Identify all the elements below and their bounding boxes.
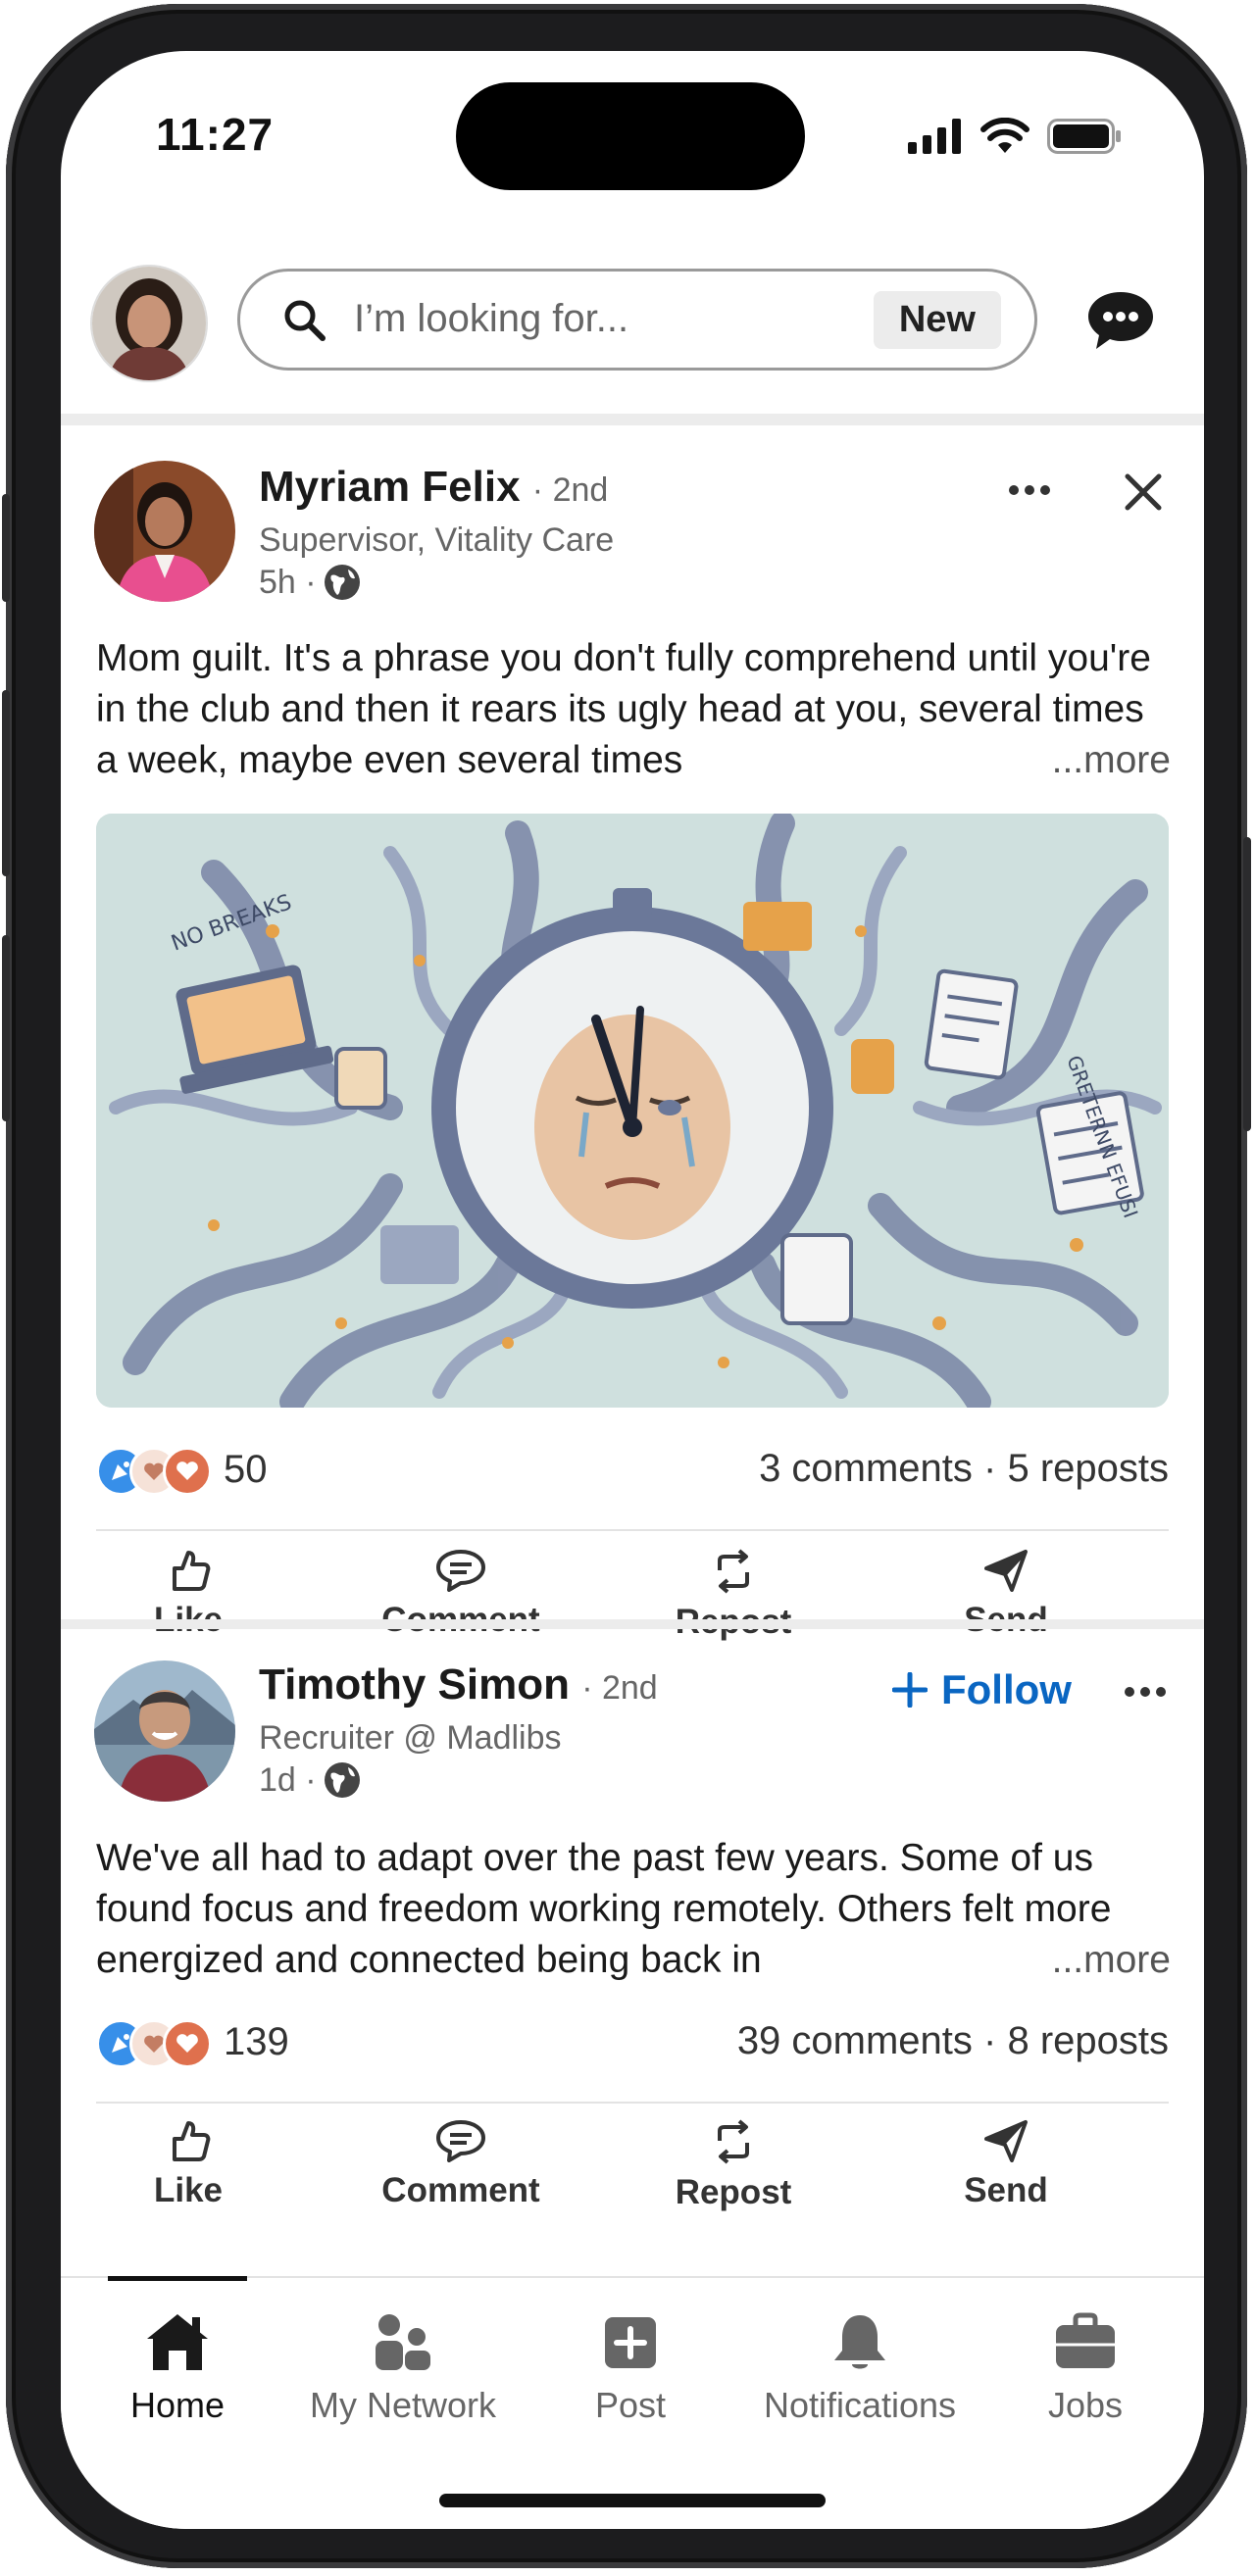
see-more-link[interactable]: ...more bbox=[1031, 1935, 1171, 1986]
post-meta: 5h · bbox=[259, 563, 362, 602]
comment-button[interactable]: Comment bbox=[353, 2119, 569, 2210]
nav-my-network-label: My Network bbox=[309, 2385, 497, 2425]
reaction-count: 50 bbox=[224, 1447, 268, 1491]
like-icon bbox=[173, 1551, 211, 1591]
volume-up-button bbox=[2, 690, 10, 876]
actions-divider bbox=[96, 2102, 1169, 2104]
like-icon bbox=[173, 2121, 211, 2161]
wifi-icon bbox=[980, 118, 1029, 153]
like-label: Like bbox=[153, 2171, 224, 2209]
send-icon bbox=[984, 1550, 1028, 1592]
network-icon bbox=[376, 2314, 430, 2370]
section-divider bbox=[61, 414, 1204, 425]
reaction-count: 139 bbox=[224, 2019, 289, 2063]
signal-icon bbox=[908, 119, 961, 154]
profile-avatar[interactable] bbox=[90, 265, 208, 382]
reaction-icons bbox=[96, 2017, 212, 2068]
post-body[interactable]: Mom guilt. It's a phrase you don't fully… bbox=[96, 633, 1171, 786]
bottom-navigation: Home My Network Post Notifications Jobs bbox=[61, 2276, 1204, 2529]
nav-jobs[interactable]: Jobs bbox=[973, 2311, 1198, 2426]
post-image[interactable]: NO BREAKS GRETERNN EFUSI bbox=[96, 814, 1169, 1408]
nav-post[interactable]: Post bbox=[518, 2311, 743, 2426]
post-time: 5h · bbox=[259, 563, 317, 601]
post-actions: Like Comment bbox=[61, 2119, 1204, 2237]
follow-button[interactable]: Follow bbox=[892, 1666, 1072, 1713]
post-body[interactable]: We've all had to adapt over the past few… bbox=[96, 1833, 1171, 1986]
briefcase-icon bbox=[1056, 2312, 1115, 2368]
connection-degree: · 2nd bbox=[531, 471, 609, 509]
volume-down-button bbox=[2, 935, 10, 1121]
bell-icon bbox=[834, 2315, 885, 2369]
author-name[interactable]: Myriam Felix · 2nd bbox=[259, 463, 608, 512]
author-name[interactable]: Timothy Simon · 2nd bbox=[259, 1660, 658, 1709]
nav-home-label: Home bbox=[129, 2385, 226, 2425]
status-icons bbox=[908, 118, 1122, 155]
power-button bbox=[1243, 837, 1251, 1131]
globe-icon bbox=[324, 1762, 360, 1798]
plus-icon bbox=[892, 1672, 928, 1708]
new-badge[interactable]: New bbox=[873, 291, 1001, 349]
feed-post: Myriam Felix · 2nd Supervisor, Vitality … bbox=[61, 425, 1204, 1645]
post-body-text: Mom guilt. It's a phrase you don't fully… bbox=[96, 637, 1151, 781]
connection-degree: · 2nd bbox=[581, 1669, 658, 1707]
engagement-counts[interactable]: 39 comments · 8 reposts bbox=[737, 2019, 1169, 2063]
messaging-icon[interactable] bbox=[1086, 290, 1155, 351]
actions-divider bbox=[96, 1529, 1169, 1531]
see-more-link[interactable]: ...more bbox=[1031, 735, 1171, 786]
top-bar: I’m looking for... New bbox=[61, 218, 1204, 414]
engagement-counts[interactable]: 3 comments · 5 reposts bbox=[759, 1447, 1169, 1491]
repost-button[interactable]: Repost bbox=[626, 2119, 841, 2212]
globe-icon bbox=[324, 565, 360, 600]
reaction-icons bbox=[96, 1445, 212, 1496]
close-icon[interactable] bbox=[1124, 472, 1163, 512]
search-placeholder: I’m looking for... bbox=[354, 297, 629, 340]
like-button[interactable]: Like bbox=[80, 2119, 296, 2210]
comment-icon bbox=[436, 2120, 485, 2162]
nav-home[interactable]: Home bbox=[65, 2311, 290, 2426]
author-headline: Recruiter @ Madlibs bbox=[259, 1719, 562, 1757]
repost-label: Repost bbox=[675, 2173, 792, 2211]
post-meta: 1d · bbox=[259, 1760, 362, 1800]
author-avatar[interactable] bbox=[94, 1660, 235, 1802]
section-divider bbox=[61, 1619, 1204, 1629]
status-time: 11:27 bbox=[156, 109, 275, 160]
more-options-icon[interactable] bbox=[1124, 1686, 1167, 1698]
nav-notifications-label: Notifications bbox=[763, 2385, 957, 2425]
dynamic-island bbox=[456, 82, 805, 190]
active-tab-indicator bbox=[108, 2276, 247, 2281]
repost-icon bbox=[718, 1549, 749, 1594]
battery-icon bbox=[1047, 119, 1121, 154]
feed-post: Timothy Simon · 2nd Recruiter @ Madlibs … bbox=[61, 1629, 1204, 2315]
repost-icon bbox=[718, 2119, 749, 2164]
author-name-text: Myriam Felix bbox=[259, 463, 521, 511]
send-button[interactable]: Send bbox=[898, 2119, 1114, 2210]
comment-icon bbox=[436, 1550, 485, 1592]
search-icon bbox=[284, 300, 326, 341]
send-label: Send bbox=[964, 2171, 1048, 2209]
action-button bbox=[2, 494, 10, 602]
post-body-text: We've all had to adapt over the past few… bbox=[96, 1837, 1112, 1981]
home-icon bbox=[147, 2314, 208, 2370]
nav-post-label: Post bbox=[594, 2385, 667, 2425]
search-input[interactable]: I’m looking for... New bbox=[237, 269, 1037, 371]
author-name-text: Timothy Simon bbox=[259, 1660, 570, 1709]
nav-notifications[interactable]: Notifications bbox=[747, 2311, 973, 2426]
author-avatar[interactable] bbox=[94, 461, 235, 602]
author-headline: Supervisor, Vitality Care bbox=[259, 521, 615, 559]
post-time: 1d · bbox=[259, 1760, 317, 1799]
reactions-summary[interactable]: 50 bbox=[96, 1445, 268, 1496]
more-options-icon[interactable] bbox=[1008, 484, 1051, 496]
home-indicator[interactable] bbox=[439, 2494, 826, 2507]
follow-label: Follow bbox=[941, 1666, 1072, 1712]
love-icon bbox=[163, 1447, 212, 1496]
post-icon bbox=[605, 2317, 656, 2368]
screen: 11:27 I’m looking for... New Myriam Feli… bbox=[61, 51, 1204, 2529]
reactions-summary[interactable]: 139 bbox=[96, 2017, 289, 2068]
nav-jobs-label: Jobs bbox=[1047, 2385, 1124, 2425]
phone-frame: 11:27 I’m looking for... New Myriam Feli… bbox=[2, 4, 1251, 2568]
nav-my-network[interactable]: My Network bbox=[290, 2311, 516, 2426]
send-icon bbox=[984, 2120, 1028, 2162]
comment-label: Comment bbox=[381, 2171, 540, 2209]
love-icon bbox=[163, 2019, 212, 2068]
